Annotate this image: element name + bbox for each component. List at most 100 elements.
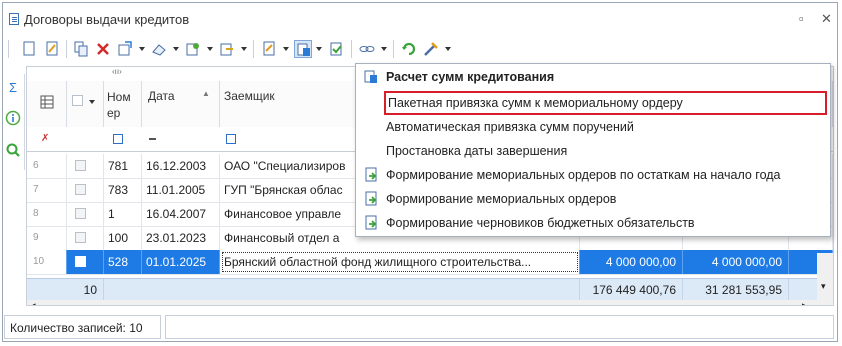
- totals-count: 10: [27, 279, 104, 301]
- cell-sum2[interactable]: 4 000 000,00: [683, 250, 789, 274]
- calculation-menu: Расчет сумм кредитования Пакетная привязк…: [355, 63, 831, 237]
- window-title: Договоры выдачи кредитов: [24, 12, 190, 27]
- copy-icon[interactable]: [72, 40, 90, 58]
- menu-item[interactable]: Расчет сумм кредитования: [356, 65, 830, 89]
- cell-date[interactable]: 23.01.2023: [142, 226, 220, 250]
- menu-item-label: Формирование черновиков бюджетных обязат…: [386, 216, 695, 230]
- cell-number[interactable]: 1: [104, 202, 142, 226]
- row-checkbox-box[interactable]: [75, 184, 86, 195]
- calc-icon: [363, 69, 379, 85]
- row-number[interactable]: 10: [27, 250, 67, 274]
- totals-sum2: 31 281 553,95: [683, 279, 789, 301]
- column-date-label: Дата: [148, 89, 175, 103]
- link-dropdown-icon[interactable]: [381, 47, 387, 51]
- calculation-dropdown-icon[interactable]: [316, 47, 322, 51]
- menu-item-label: Расчет сумм кредитования: [386, 70, 555, 84]
- vertical-scrollbar[interactable]: ▾: [817, 253, 833, 305]
- properties-icon[interactable]: [260, 40, 278, 58]
- menu-item[interactable]: Формирование мемориальных ордеров: [356, 187, 830, 211]
- sort-asc-icon: ▲: [202, 89, 210, 98]
- doc-green-icon: [363, 167, 379, 183]
- filter-number-icon[interactable]: [113, 134, 123, 144]
- import-dropdown-icon[interactable]: [139, 47, 145, 51]
- clear-filter-icon[interactable]: ✗: [41, 133, 49, 144]
- search-icon[interactable]: [5, 142, 21, 158]
- restore-button[interactable]: ▫: [799, 11, 804, 26]
- row-checkbox[interactable]: [67, 202, 104, 226]
- cell-number[interactable]: 528: [104, 250, 142, 274]
- toolbar-separator: [393, 40, 394, 58]
- tools-dropdown-icon[interactable]: [445, 47, 451, 51]
- menu-item[interactable]: Пакетная привязка сумм к мемориальному о…: [384, 91, 827, 115]
- totals-row: 10 176 449 400,76 31 281 553,95: [27, 278, 833, 301]
- row-checkbox[interactable]: [67, 154, 104, 178]
- info-icon[interactable]: [5, 110, 21, 126]
- menu-item[interactable]: Простановка даты завершения: [356, 139, 830, 163]
- row-number[interactable]: 8: [27, 202, 67, 226]
- menu-item-label: Пакетная привязка сумм к мемориальному о…: [388, 96, 683, 110]
- calculation-icon[interactable]: [294, 40, 312, 58]
- import-icon[interactable]: [116, 40, 134, 58]
- doc-green-icon: [363, 215, 379, 231]
- link-icon[interactable]: [358, 40, 376, 58]
- cell-number[interactable]: 781: [104, 154, 142, 178]
- row-checkbox-box[interactable]: [75, 232, 86, 243]
- cell-date[interactable]: 16.04.2007: [142, 202, 220, 226]
- row-checkbox[interactable]: [67, 226, 104, 250]
- row-checkbox[interactable]: [67, 178, 104, 202]
- document-icon: [9, 13, 19, 25]
- cell-number[interactable]: 100: [104, 226, 142, 250]
- cell-date[interactable]: 16.12.2003: [142, 154, 220, 178]
- edit-document-icon[interactable]: [43, 40, 61, 58]
- row-checkbox[interactable]: [67, 250, 104, 274]
- eraser-icon[interactable]: [150, 40, 168, 58]
- toolbar: [6, 37, 548, 63]
- cell-number[interactable]: 783: [104, 178, 142, 202]
- cell-date[interactable]: 11.01.2005: [142, 178, 220, 202]
- properties-dropdown-icon[interactable]: [283, 47, 289, 51]
- totals-spacer: [104, 279, 580, 301]
- totals-sum1: 176 449 400,76: [580, 279, 683, 301]
- menu-item-label: Автоматическая привязка сумм поручений: [386, 120, 634, 134]
- eraser-dropdown-icon[interactable]: [173, 47, 179, 51]
- status-bar: Количество записей: 10: [2, 315, 838, 342]
- cell-date[interactable]: 01.01.2025: [142, 250, 220, 274]
- menu-item[interactable]: Формирование черновиков бюджетных обязат…: [356, 211, 830, 235]
- refresh-doc-icon[interactable]: [184, 40, 202, 58]
- menu-item[interactable]: Автоматическая привязка сумм поручений: [356, 115, 830, 139]
- export-doc-dropdown-icon[interactable]: [241, 47, 247, 51]
- row-number[interactable]: 7: [27, 178, 67, 202]
- toolbar-separator: [66, 40, 67, 58]
- close-button[interactable]: ✕: [821, 11, 832, 27]
- doc-green-icon: [363, 191, 379, 207]
- refresh-doc-dropdown-icon[interactable]: [207, 47, 213, 51]
- records-count: Количество записей: 10: [4, 315, 161, 339]
- toolbar-separator: [253, 40, 254, 58]
- row-number[interactable]: 9: [27, 226, 67, 250]
- approve-doc-icon[interactable]: [328, 40, 346, 58]
- reload-icon[interactable]: [400, 40, 418, 58]
- delete-icon[interactable]: [94, 40, 112, 58]
- table-row[interactable]: 10 528 01.01.2025 Брянский областной фонд ж…: [27, 250, 833, 275]
- column-resize-icon: ‹ıı›: [112, 67, 122, 76]
- scroll-down-icon[interactable]: ▾: [821, 281, 826, 292]
- row-number[interactable]: 6: [27, 154, 67, 178]
- export-doc-icon[interactable]: [218, 40, 236, 58]
- menu-item-label: Формирование мемориальных ордеров: [386, 192, 617, 206]
- new-document-icon[interactable]: [20, 40, 38, 58]
- filter-borrower-icon[interactable]: [226, 134, 236, 144]
- title-bar: Договоры выдачи кредитов ▫ ✕: [3, 3, 837, 36]
- cell-sum1[interactable]: 4 000 000,00: [580, 250, 683, 274]
- row-checkbox-box[interactable]: [75, 160, 86, 171]
- menu-item[interactable]: Формирование мемориальных ордеров по ост…: [356, 163, 830, 187]
- scroll-left-icon[interactable]: ◂: [31, 300, 36, 305]
- scroll-right-icon[interactable]: ▸: [802, 300, 807, 305]
- row-checkbox-box[interactable]: [75, 256, 86, 267]
- row-checkbox-box[interactable]: [75, 208, 86, 219]
- horizontal-scrollbar[interactable]: ◂ ▸: [27, 300, 833, 305]
- toolbar-separator: [351, 40, 352, 58]
- cell-borrower[interactable]: Брянский областной фонд жилищного строит…: [220, 250, 580, 274]
- sum-icon[interactable]: Σ: [5, 80, 21, 96]
- filter-date-icon[interactable]: [149, 138, 156, 140]
- tools-icon[interactable]: [422, 40, 440, 58]
